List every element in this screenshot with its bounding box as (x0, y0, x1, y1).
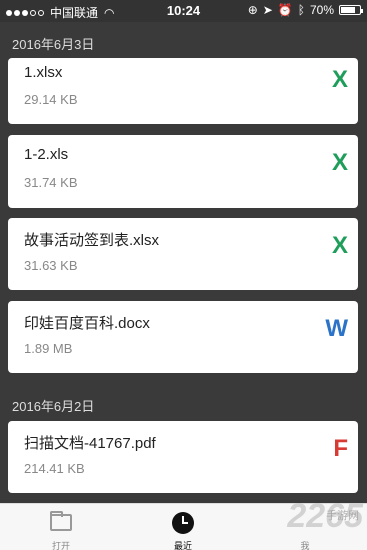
battery-percent: 70% (309, 3, 334, 17)
lock-rotation-icon: ⊕ (247, 3, 258, 17)
file-name: 1-2.xls (24, 146, 69, 163)
section-date: 2016年6月3日 (12, 37, 95, 52)
tab-recent[interactable]: 最近 (122, 504, 244, 550)
status-bar: 中国联通 ◠ 10:24 ⊕ ➤ ⏰ ᛒ 70% (0, 0, 367, 22)
battery-icon (339, 5, 363, 15)
file-size: 31.74 KB (24, 175, 78, 190)
location-icon: ➤ (262, 3, 273, 17)
word-icon: W (325, 315, 348, 342)
tab-open[interactable]: 打开 (0, 504, 122, 550)
file-item[interactable]: 1.xlsx 29.14 KB X (8, 58, 358, 124)
section-date: 2016年6月2日 (12, 399, 95, 414)
folder-icon (50, 511, 72, 531)
watermark-sub: 手游网 (326, 510, 359, 522)
clock-icon (172, 512, 194, 534)
file-item[interactable]: 1-2.xls 31.74 KB X (8, 135, 358, 208)
bluetooth-icon: ᛒ (297, 3, 305, 17)
file-size: 214.41 KB (24, 461, 85, 476)
tab-label: 我 (300, 541, 310, 550)
file-name: 印娃百度百科.docx (24, 315, 150, 332)
file-name: 故事活动签到表.xlsx (24, 232, 160, 249)
file-name: 扫描文档-41767.pdf (24, 435, 156, 452)
alarm-icon: ⏰ (277, 3, 293, 17)
tab-label: 打开 (51, 541, 70, 550)
file-name: 1.xlsx (24, 64, 63, 81)
excel-icon: X (331, 232, 348, 259)
file-size: 31.63 KB (24, 258, 78, 273)
excel-icon: X (331, 149, 348, 176)
status-right: ⊕ ➤ ⏰ ᛒ 70% (247, 3, 363, 17)
file-item[interactable]: 扫描文档-41767.pdf 214.41 KB F (8, 421, 358, 493)
file-item[interactable]: 故事活动签到表.xlsx 31.63 KB X (8, 218, 358, 290)
file-size: 29.14 KB (24, 92, 78, 107)
tab-label: 最近 (173, 541, 192, 550)
file-size: 1.89 MB (24, 341, 73, 356)
excel-icon: X (331, 66, 348, 93)
pdf-icon: F (333, 435, 348, 462)
file-item[interactable]: 印娃百度百科.docx 1.89 MB W (8, 301, 358, 373)
